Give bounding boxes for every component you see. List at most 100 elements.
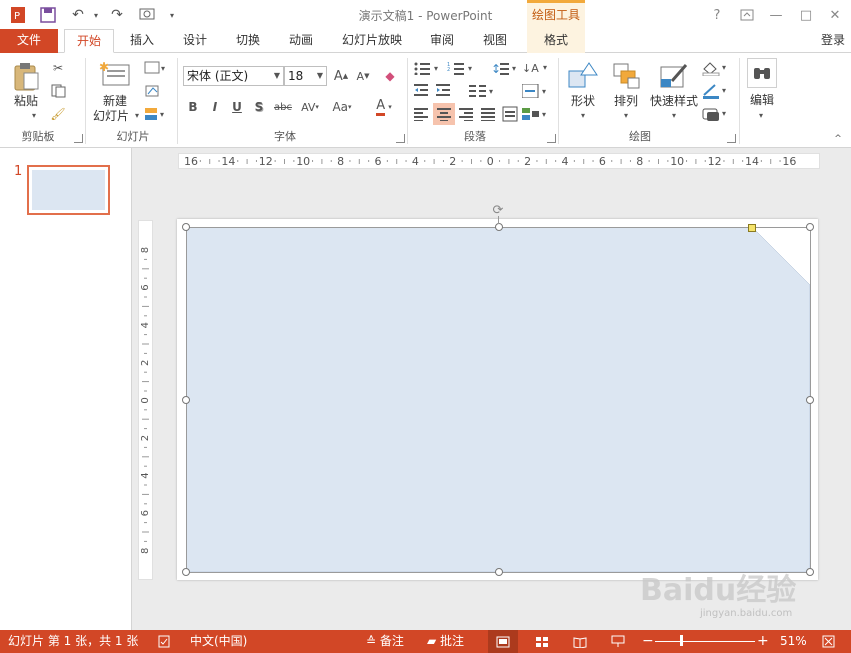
tab-format[interactable]: 格式	[527, 29, 585, 53]
line-spacing-icon[interactable]: ↕ ▾	[490, 58, 520, 78]
format-painter-icon[interactable]: 🖌	[48, 105, 68, 123]
slide-layout-icon[interactable]: ▾	[143, 59, 171, 77]
section-icon[interactable]: ▾	[143, 105, 171, 123]
normal-view-icon[interactable]	[488, 630, 518, 653]
quick-styles-icon[interactable]	[657, 60, 691, 92]
strikethrough-button[interactable]: abc	[271, 97, 295, 117]
editing-label[interactable]: 编辑	[744, 93, 780, 108]
comments-button[interactable]: ▰ 批注	[427, 630, 464, 653]
bold-button[interactable]: B	[183, 97, 203, 117]
paste-dropdown-icon[interactable]: ▾	[28, 110, 40, 120]
copy-icon[interactable]	[48, 82, 72, 100]
reset-slide-icon[interactable]	[143, 82, 163, 100]
tab-home[interactable]: 开始	[64, 29, 114, 53]
resize-handle-bottom-left[interactable]	[182, 568, 190, 576]
slideshow-view-icon[interactable]	[606, 630, 630, 653]
font-dialog-launcher-icon[interactable]	[396, 134, 405, 143]
align-right-icon[interactable]	[456, 104, 476, 124]
close-icon[interactable]: ✕	[821, 5, 849, 25]
paragraph-dialog-launcher-icon[interactable]	[547, 134, 556, 143]
change-case-button[interactable]: Aa ▾	[327, 97, 357, 117]
zoom-level[interactable]: 51%	[780, 630, 807, 653]
resize-handle-bottom[interactable]	[495, 568, 503, 576]
minimize-icon[interactable]: —	[762, 5, 790, 25]
distributed-icon[interactable]	[500, 104, 520, 124]
quick-styles-dropdown-icon[interactable]: ▾	[669, 110, 679, 120]
new-slide-label-line2[interactable]: 幻灯片	[88, 109, 134, 124]
zoom-slider-track[interactable]	[655, 641, 755, 642]
text-direction-icon[interactable]: ↓A ▾	[521, 58, 551, 78]
language-status[interactable]: 中文(中国)	[190, 630, 247, 653]
tab-animations[interactable]: 动画	[279, 29, 323, 53]
ribbon-display-options-icon[interactable]	[733, 5, 761, 25]
increase-font-size-icon[interactable]: A ▲	[331, 66, 351, 86]
fit-slide-to-window-icon[interactable]	[818, 630, 838, 653]
tab-file[interactable]: 文件	[0, 29, 58, 53]
help-icon[interactable]: ?	[703, 5, 731, 25]
clear-formatting-icon[interactable]: ◆	[380, 66, 400, 86]
tab-view[interactable]: 视图	[473, 29, 517, 53]
resize-handle-bottom-right[interactable]	[806, 568, 814, 576]
shape-effects-icon[interactable]: ▾	[700, 104, 732, 124]
text-shadow-button[interactable]: S	[249, 97, 269, 117]
decrease-font-size-icon[interactable]: A ▼	[353, 66, 373, 86]
tab-design[interactable]: 设计	[173, 29, 217, 53]
resize-handle-top[interactable]	[495, 223, 503, 231]
italic-button[interactable]: I	[205, 97, 225, 117]
underline-button[interactable]: U	[227, 97, 247, 117]
numbering-icon[interactable]: 1 2 ▾	[446, 58, 476, 78]
notes-button[interactable]: ≙ 备注	[366, 630, 404, 653]
tab-slideshow[interactable]: 幻灯片放映	[333, 29, 411, 53]
character-spacing-button[interactable]: AV ▾	[296, 97, 324, 117]
arrange-label[interactable]: 排列	[609, 94, 643, 109]
drawing-dialog-launcher-icon[interactable]	[727, 134, 736, 143]
new-slide-dropdown-icon[interactable]: ▾	[132, 110, 142, 120]
collapse-ribbon-icon[interactable]: ^	[832, 134, 844, 144]
spellcheck-icon[interactable]	[158, 630, 174, 653]
convert-to-smartart-icon[interactable]: ▾	[521, 104, 551, 124]
paste-button-label[interactable]: 粘贴	[8, 94, 44, 109]
new-slide-icon[interactable]: ✱	[98, 60, 132, 90]
font-color-button[interactable]: A ▾	[368, 97, 400, 117]
resize-handle-top-right[interactable]	[806, 223, 814, 231]
slide-sorter-view-icon[interactable]	[530, 630, 554, 653]
arrange-icon[interactable]	[609, 60, 643, 92]
align-text-icon[interactable]: ▾	[521, 81, 551, 101]
tab-review[interactable]: 审阅	[420, 29, 464, 53]
quick-styles-label[interactable]: 快速样式	[646, 94, 702, 109]
vertical-ruler[interactable]: 8 6 4 2 0 2 4 6 8	[138, 220, 153, 580]
cut-icon[interactable]: ✂	[48, 59, 68, 77]
shapes-icon[interactable]	[566, 60, 600, 92]
slide-thumbnail[interactable]	[27, 165, 110, 215]
slide-count-status[interactable]: 幻灯片 第 1 张，共 1 张	[8, 630, 138, 653]
resize-handle-right[interactable]	[806, 396, 814, 404]
zoom-in-icon[interactable]: +	[757, 630, 769, 653]
clipboard-dialog-launcher-icon[interactable]	[74, 134, 83, 143]
increase-indent-icon[interactable]	[435, 81, 453, 99]
maximize-icon[interactable]: □	[792, 5, 820, 25]
sign-in-link[interactable]: 登录	[815, 29, 851, 53]
reading-view-icon[interactable]	[568, 630, 592, 653]
new-slide-label-line1[interactable]: 新建	[92, 94, 138, 109]
tab-transitions[interactable]: 切换	[226, 29, 270, 53]
paste-icon[interactable]	[10, 60, 42, 92]
resize-handle-top-left[interactable]	[182, 223, 190, 231]
bullets-icon[interactable]: ▾	[412, 58, 442, 78]
arrange-dropdown-icon[interactable]: ▾	[621, 110, 631, 120]
font-name-select[interactable]: 宋体 (正文) ▼	[183, 66, 284, 86]
shapes-dropdown-icon[interactable]: ▾	[578, 110, 588, 120]
resize-handle-left[interactable]	[182, 396, 190, 404]
find-binoculars-icon[interactable]	[747, 58, 777, 88]
zoom-out-icon[interactable]: −	[642, 630, 654, 653]
tab-insert[interactable]: 插入	[120, 29, 164, 53]
font-size-select[interactable]: 18 ▼	[284, 66, 327, 86]
zoom-slider-thumb[interactable]	[679, 635, 683, 646]
columns-icon[interactable]: ▾	[468, 81, 498, 101]
adjustment-handle[interactable]	[748, 224, 756, 232]
justify-icon[interactable]	[478, 104, 498, 124]
shapes-label[interactable]: 形状	[566, 94, 600, 109]
horizontal-ruler[interactable]: 16 14 12 10 8 6 4 2 0 2 4 6 8 10 12 14 16	[178, 153, 820, 169]
rotate-handle-icon[interactable]: ⟳	[491, 203, 505, 218]
shape-fill-icon[interactable]: ▾	[700, 58, 732, 78]
decrease-indent-icon[interactable]	[413, 81, 431, 99]
